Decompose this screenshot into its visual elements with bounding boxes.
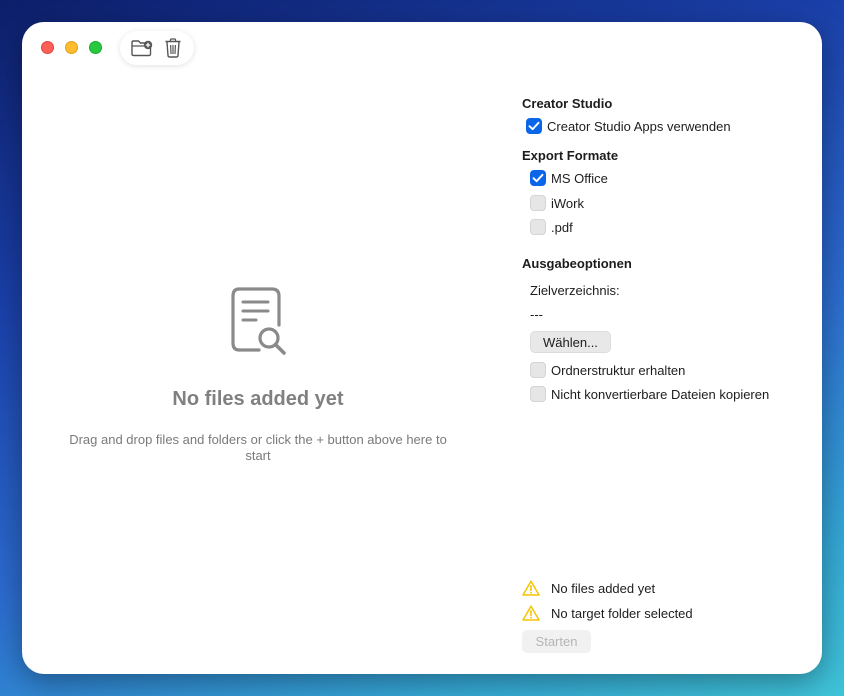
checkmark-icon bbox=[532, 173, 544, 183]
drop-zone[interactable]: No files added yet Drag and drop files a… bbox=[22, 82, 494, 674]
ms-office-label: MS Office bbox=[551, 170, 608, 186]
target-folder-label: Zielverzeichnis: bbox=[530, 283, 620, 298]
warning-no-target: No target folder selected bbox=[522, 605, 693, 621]
trash-icon bbox=[165, 38, 180, 58]
format-option-ms-office[interactable]: MS Office bbox=[530, 170, 608, 186]
copy-unconvertible-checkbox[interactable] bbox=[530, 386, 546, 402]
iwork-checkbox[interactable] bbox=[530, 195, 546, 211]
iwork-label: iWork bbox=[551, 195, 584, 211]
copy-unconvertible-option[interactable]: Nicht konvertierbare Dateien kopieren bbox=[530, 386, 769, 402]
warning-no-files: No files added yet bbox=[522, 580, 655, 596]
zoom-window-button[interactable] bbox=[89, 41, 102, 54]
checkmark-icon bbox=[528, 121, 540, 131]
minimize-window-button[interactable] bbox=[65, 41, 78, 54]
warning-triangle-icon bbox=[522, 605, 540, 621]
settings-panel: Creator Studio Creator Studio Apps verwe… bbox=[522, 22, 822, 674]
start-button[interactable]: Starten bbox=[522, 630, 591, 653]
window-controls bbox=[41, 41, 102, 54]
keep-structure-checkbox[interactable] bbox=[530, 362, 546, 378]
warning-triangle-icon bbox=[522, 580, 540, 596]
ms-office-checkbox[interactable] bbox=[530, 170, 546, 186]
copy-unconvertible-label: Nicht konvertierbare Dateien kopieren bbox=[551, 386, 770, 402]
creator-studio-heading: Creator Studio bbox=[522, 96, 613, 111]
empty-state-title: No files added yet bbox=[172, 388, 344, 410]
warning-no-target-text: No target folder selected bbox=[551, 605, 693, 621]
warning-no-files-text: No files added yet bbox=[551, 580, 656, 596]
close-window-button[interactable] bbox=[41, 41, 54, 54]
delete-button[interactable] bbox=[159, 34, 187, 62]
export-formats-heading: Export Formate bbox=[522, 148, 619, 163]
app-window: No files added yet Drag and drop files a… bbox=[22, 22, 822, 674]
keep-structure-option[interactable]: Ordnerstruktur erhalten bbox=[530, 362, 685, 378]
keep-structure-label: Ordnerstruktur erhalten bbox=[551, 362, 686, 378]
folder-plus-icon bbox=[130, 40, 152, 57]
creator-studio-apps-checkbox[interactable] bbox=[526, 118, 542, 134]
empty-state-subtitle: Drag and drop files and folders or click… bbox=[69, 432, 447, 463]
target-folder-value: --- bbox=[530, 307, 543, 322]
pdf-checkbox[interactable] bbox=[530, 219, 546, 235]
creator-studio-apps-label: Creator Studio Apps verwenden bbox=[547, 118, 731, 134]
add-files-button[interactable] bbox=[128, 34, 156, 62]
document-search-icon bbox=[231, 287, 286, 355]
toolbar bbox=[120, 31, 194, 65]
output-options-heading: Ausgabeoptionen bbox=[522, 256, 632, 271]
creator-studio-apps-option[interactable]: Creator Studio Apps verwenden bbox=[526, 118, 731, 134]
choose-folder-button[interactable]: Wählen... bbox=[530, 331, 611, 353]
format-option-iwork[interactable]: iWork bbox=[530, 195, 584, 211]
pdf-label: .pdf bbox=[551, 219, 573, 235]
format-option-pdf[interactable]: .pdf bbox=[530, 219, 573, 235]
